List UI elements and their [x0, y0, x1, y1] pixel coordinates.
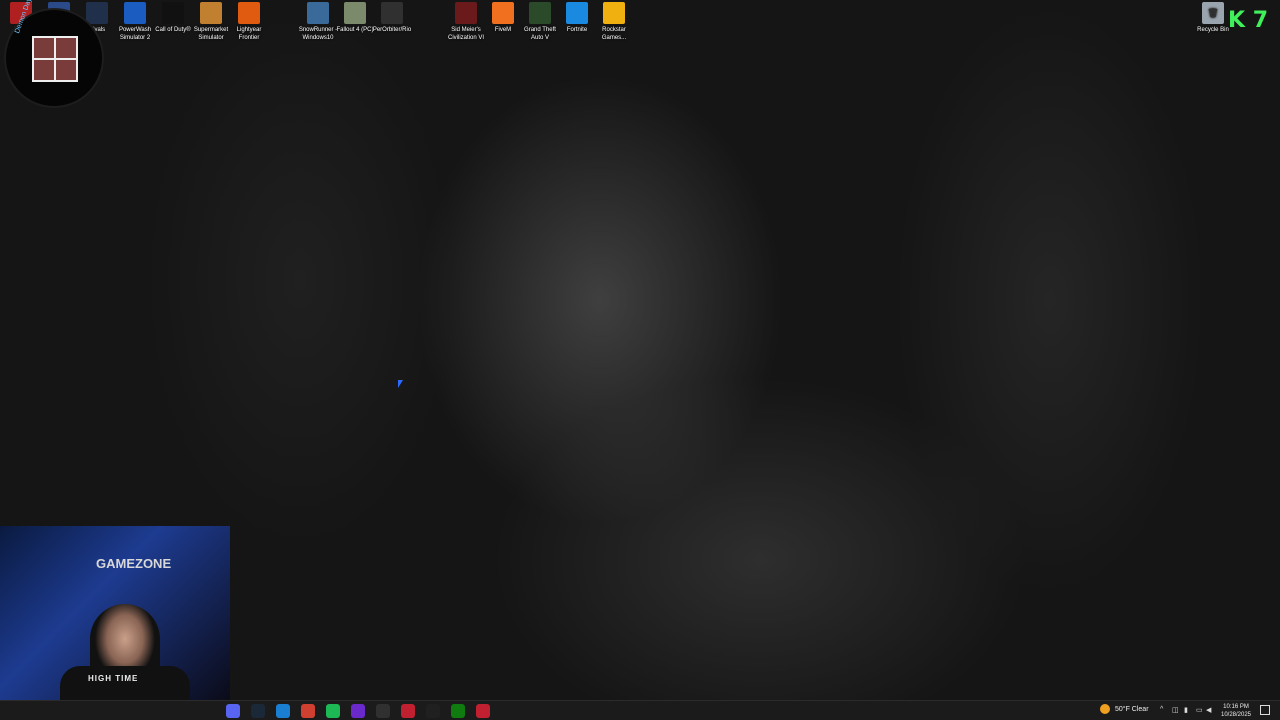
- desktop-shortcut[interactable]: Sid Meier's Civilization VI: [445, 2, 487, 42]
- snowrunner-icon: [307, 2, 329, 24]
- gta-icon: [529, 2, 551, 24]
- steam-icon[interactable]: [251, 704, 265, 718]
- powerwash-icon: [124, 2, 146, 24]
- recycle-bin-icon: 🗑: [1202, 2, 1224, 24]
- volume-icon[interactable]: ◀: [1206, 706, 1211, 714]
- rockstar-icon: [603, 2, 625, 24]
- usb-icon[interactable]: ▮: [1184, 706, 1188, 714]
- rivals-icon: [86, 2, 108, 24]
- shortcut-label: PowerWash Simulator 2: [118, 27, 152, 41]
- shortcut-label: Lightyear Frontier: [236, 27, 262, 41]
- desktop-shortcut[interactable]: PowerWash Simulator 2: [114, 2, 156, 42]
- weather-text[interactable]: 50°F Clear: [1115, 706, 1149, 713]
- webcam-sign: GAMEZONE: [96, 556, 172, 571]
- xbox-icon[interactable]: [451, 704, 465, 718]
- lightyear-icon: [238, 2, 260, 24]
- edge-icon[interactable]: [276, 704, 290, 718]
- desktop-shortcut[interactable]: Supermarket Simulator: [190, 2, 232, 42]
- chevron-up-icon[interactable]: ^: [1160, 706, 1163, 713]
- desktop-shortcut[interactable]: PerOrbiter/Rio: [371, 2, 413, 34]
- shortcut-label: Call of Duty®: [155, 27, 191, 33]
- shortcut-label: Grand Theft Auto V: [524, 27, 556, 41]
- epic-games-icon[interactable]: [426, 704, 440, 718]
- desktop-shortcut[interactable]: Rockstar Games...: [593, 2, 635, 42]
- desktop-shortcut[interactable]: SnowRunner - Windows10: [297, 2, 339, 42]
- clock-time: 10:16 PM: [1223, 704, 1249, 710]
- shirt-text: HIGH TIME: [88, 674, 139, 683]
- streamer-shirt: [60, 666, 190, 700]
- desktop-shortcut[interactable]: Grand Theft Auto V: [519, 2, 561, 42]
- clock-date: 10/28/2025: [1220, 712, 1252, 718]
- desktop-shortcut[interactable]: Fortnite: [556, 2, 598, 34]
- shortcut-label: Supermarket Simulator: [193, 27, 229, 41]
- shortcut-label: SnowRunner - Windows10: [298, 27, 338, 41]
- chrome-icon[interactable]: [301, 704, 315, 718]
- network-icon[interactable]: ◫: [1172, 706, 1179, 714]
- shortcut-label: Fortnite: [566, 27, 588, 33]
- call-of-duty-icon: [162, 2, 184, 24]
- desktop-shortcut[interactable]: Lightyear Frontier: [228, 2, 270, 42]
- desktop-shortcut[interactable]: Fallout 4 (PC): [334, 2, 376, 34]
- spotify-icon[interactable]: [326, 704, 340, 718]
- nzxt-icon[interactable]: [351, 704, 365, 718]
- display-icon[interactable]: ▭: [1196, 706, 1203, 714]
- fortnite-icon: [566, 2, 588, 24]
- webcam-overlay: GAMEZONE HIGH TIME: [0, 526, 230, 700]
- clock[interactable]: 10:16 PM 10/28/2025: [1218, 703, 1254, 719]
- supermarket-icon: [200, 2, 222, 24]
- map-pin-icon[interactable]: [401, 704, 415, 718]
- mouse-cursor: [398, 380, 403, 388]
- fallout-icon: [344, 2, 366, 24]
- shortcut-label: PerOrbiter/Rio: [372, 27, 412, 33]
- taskbar: 50°F Clear ^ ◫ ▮ ▭ ◀ 10:16 PM 10/28/2025: [0, 700, 1280, 720]
- brand-logo: K 7: [1228, 8, 1269, 33]
- channel-badge: Demon Days Gorillaz: [4, 0, 104, 108]
- weather-moon-icon[interactable]: [1100, 704, 1110, 714]
- fivem-icon: [492, 2, 514, 24]
- notification-icon[interactable]: [1260, 705, 1270, 715]
- shortcut-label: Sid Meier's Civilization VI: [447, 27, 484, 41]
- civ-icon: [455, 2, 477, 24]
- shortcut-label: Fallout 4 (PC): [336, 27, 374, 33]
- desktop-shortcut[interactable]: Call of Duty®: [152, 2, 194, 34]
- desktop-shortcut[interactable]: FiveM: [482, 2, 524, 34]
- shortcut-label: FiveM: [494, 27, 512, 33]
- map-pin-2-icon[interactable]: [476, 704, 490, 718]
- obs-icon[interactable]: [376, 704, 390, 718]
- shortcut-label: Rockstar Games...: [601, 27, 627, 41]
- gorillaz-emblem: [32, 36, 78, 82]
- unreal-icon: [381, 2, 403, 24]
- discord-icon[interactable]: [226, 704, 240, 718]
